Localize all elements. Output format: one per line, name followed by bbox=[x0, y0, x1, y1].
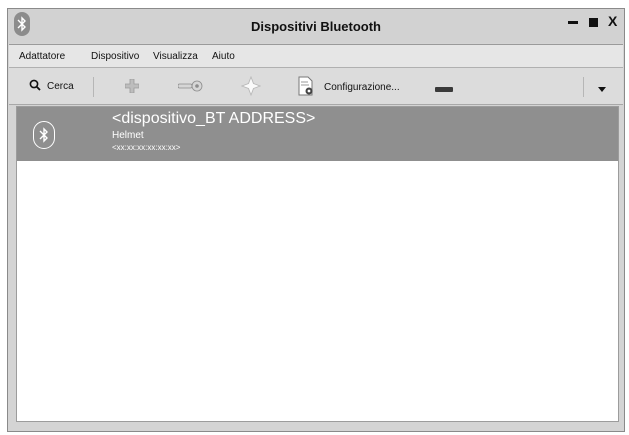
window-title: Dispositivi Bluetooth bbox=[251, 19, 381, 34]
maximize-icon[interactable] bbox=[589, 18, 598, 27]
menu-aiuto[interactable]: Aiuto bbox=[212, 51, 235, 62]
remove-bar-icon bbox=[435, 84, 453, 95]
key-icon bbox=[177, 80, 204, 95]
device-row[interactable]: <dispositivo_BT ADDRESS> Helmet <xx:xx:x… bbox=[17, 107, 618, 161]
bluetooth-icon bbox=[33, 121, 55, 149]
remove-button[interactable] bbox=[435, 84, 453, 95]
toolbar-overflow-button[interactable] bbox=[598, 84, 606, 95]
device-list: <dispositivo_BT ADDRESS> Helmet <xx:xx:x… bbox=[16, 106, 619, 422]
bluetooth-devices-window: Dispositivi Bluetooth X Adattatore Dispo… bbox=[7, 8, 625, 432]
toolbar-separator-right bbox=[583, 77, 584, 97]
trust-star-icon bbox=[240, 75, 262, 99]
add-device-button[interactable] bbox=[124, 78, 140, 96]
toolbar: Cerca Configurazione... bbox=[9, 68, 623, 105]
trust-button[interactable] bbox=[240, 75, 262, 99]
device-address: <xx:xx:xx:xx:xx:xx> bbox=[112, 143, 181, 152]
menu-bar: Adattatore Dispositivo Visualizza Aiuto bbox=[9, 44, 623, 68]
chevron-down-icon bbox=[598, 84, 606, 95]
menu-adattatore[interactable]: Adattatore bbox=[19, 51, 65, 62]
setup-document-icon bbox=[298, 76, 314, 99]
title-bar[interactable]: Dispositivi Bluetooth X bbox=[8, 9, 624, 43]
setup-label: Configurazione... bbox=[324, 82, 400, 93]
search-button[interactable]: Cerca bbox=[29, 79, 74, 94]
add-device-icon bbox=[124, 78, 140, 96]
close-icon[interactable]: X bbox=[608, 13, 617, 29]
search-label: Cerca bbox=[47, 81, 74, 92]
setup-button[interactable]: Configurazione... bbox=[298, 76, 400, 99]
search-icon bbox=[29, 79, 41, 94]
toolbar-separator bbox=[93, 77, 94, 97]
menu-dispositivo[interactable]: Dispositivo bbox=[91, 51, 139, 62]
menu-visualizza[interactable]: Visualizza bbox=[153, 51, 198, 62]
pair-key-button[interactable] bbox=[177, 80, 204, 95]
device-name: <dispositivo_BT ADDRESS> bbox=[112, 110, 316, 127]
minimize-icon[interactable] bbox=[568, 21, 578, 24]
device-type: Helmet bbox=[112, 130, 144, 141]
